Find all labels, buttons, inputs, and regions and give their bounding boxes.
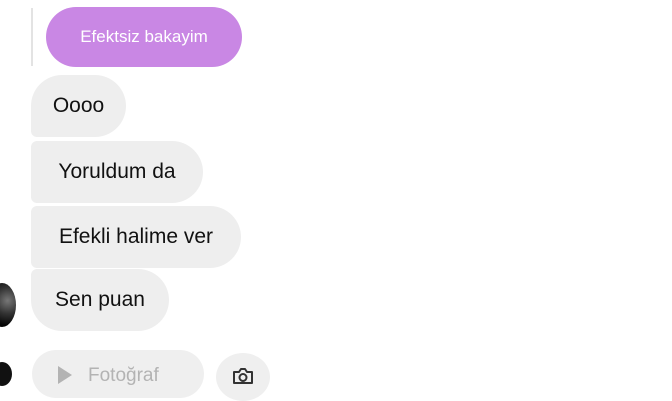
camera-button[interactable]	[216, 353, 270, 401]
reply-quote-line	[31, 8, 33, 66]
sender-avatar[interactable]	[0, 283, 16, 327]
play-icon	[58, 366, 72, 384]
message-bubble[interactable]: Efekli halime ver	[31, 206, 241, 268]
sender-avatar-2[interactable]	[0, 362, 12, 386]
camera-icon	[233, 368, 253, 384]
message-bubble[interactable]: Oooo	[31, 75, 126, 137]
media-reply-pill[interactable]: Fotoğraf	[32, 350, 204, 398]
quoted-message-bubble[interactable]: Efektsiz bakayim	[46, 7, 242, 67]
message-bubble[interactable]: Yoruldum da	[31, 141, 203, 203]
media-label: Fotoğraf	[88, 365, 159, 386]
message-bubble[interactable]: Sen puan	[31, 269, 169, 331]
